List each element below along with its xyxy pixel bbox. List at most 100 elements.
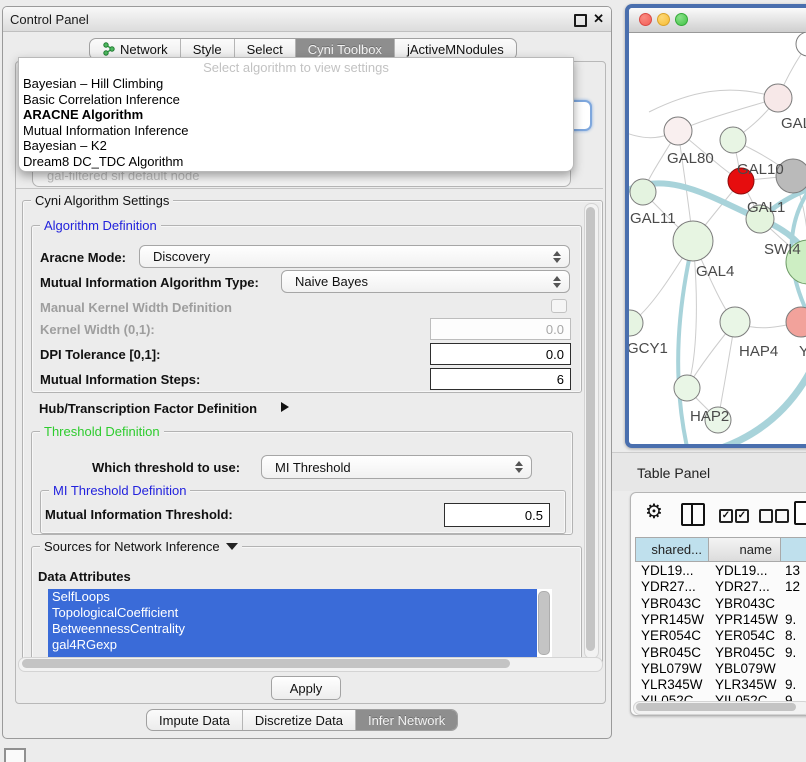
tab-style-label: Style	[193, 42, 222, 57]
table-hscrollbar-thumb[interactable]	[636, 703, 796, 711]
node-hap2[interactable]	[674, 375, 700, 401]
node-label: GAL11	[630, 210, 676, 227]
dropdown-item[interactable]: Bayesian – K2	[23, 138, 569, 154]
node-gal4[interactable]	[673, 221, 713, 261]
cell: YLR345W	[715, 677, 777, 693]
settings-vscrollbar	[584, 203, 599, 659]
mi-threshold-field[interactable]	[444, 503, 550, 527]
node-gal10[interactable]	[720, 127, 746, 153]
stepper-icon	[515, 461, 523, 473]
dropdown-item-selected[interactable]: ARACNE Algorithm	[23, 107, 569, 123]
stepper-icon	[553, 276, 561, 288]
node-label: HAP4	[739, 343, 778, 360]
tab-select[interactable]: Select	[234, 39, 295, 59]
column-header-shared-label: shared...	[651, 542, 702, 557]
tab-style[interactable]: Style	[180, 39, 234, 59]
hub-definition-label: Hub/Transcription Factor Definition	[39, 401, 257, 416]
node-gal80[interactable]	[664, 117, 692, 145]
float-window-icon[interactable]	[574, 14, 587, 27]
document-icon[interactable]	[794, 501, 806, 525]
data-attributes-label: Data Attributes	[38, 569, 131, 584]
minimize-traffic-light-icon[interactable]	[657, 13, 670, 26]
dropdown-item[interactable]: Mutual Information Inference	[23, 123, 569, 139]
gear-icon[interactable]: ⚙	[645, 499, 663, 524]
zoom-traffic-light-icon[interactable]	[675, 13, 688, 26]
mi-steps-field[interactable]	[430, 368, 571, 390]
expand-arrow-icon[interactable]	[281, 402, 289, 412]
network-node-labels: GAL GAL80 GAL10 GAL1 GAL11 SWI4 GAL4 GCY…	[629, 115, 806, 425]
mi-steps-label: Mutual Information Steps:	[40, 372, 200, 387]
dpi-tolerance-field[interactable]	[430, 343, 571, 365]
mini-float-window-icon[interactable]	[4, 748, 26, 762]
node-gal[interactable]	[764, 84, 792, 112]
tab-impute-data[interactable]: Impute Data	[147, 710, 242, 730]
tab-impute-data-label: Impute Data	[159, 713, 230, 728]
cell: 12	[785, 579, 800, 595]
node-gal11[interactable]	[630, 179, 656, 205]
column-header-name[interactable]: name	[708, 537, 781, 562]
settings-hscrollbar	[18, 657, 603, 672]
close-traffic-light-icon[interactable]	[639, 13, 652, 26]
apply-button[interactable]: Apply	[271, 676, 341, 700]
mi-threshold-label: Mutual Information Threshold:	[45, 507, 233, 522]
network-canvas[interactable]: GAL GAL80 GAL10 GAL1 GAL11 SWI4 GAL4 GCY…	[629, 32, 806, 444]
control-panel-titlebar: Control Panel ✕	[3, 7, 611, 32]
manual-kernel-checkbox[interactable]	[551, 299, 567, 313]
tab-discretize-data[interactable]: Discretize Data	[242, 710, 355, 730]
node-cut-top[interactable]	[796, 32, 806, 56]
cell: YPR145W	[641, 612, 704, 628]
settings-hscrollbar-thumb[interactable]	[22, 659, 510, 668]
close-icon[interactable]: ✕	[593, 11, 604, 27]
section-divider	[16, 188, 603, 189]
dropdown-item[interactable]: Dream8 DC_TDC Algorithm	[23, 154, 569, 170]
network-nodes	[629, 32, 806, 433]
screen: Control Panel ✕ Network Style Select Cyn…	[0, 0, 806, 762]
cell: YLR345W	[641, 677, 703, 693]
deselect-all-checkbox-icon[interactable]	[759, 509, 773, 523]
tab-jactivemnodules[interactable]: jActiveMNodules	[394, 39, 516, 59]
tab-infer-network[interactable]: Infer Network	[355, 710, 457, 730]
select-all-checkbox-icon[interactable]: ✓	[719, 509, 733, 523]
dropdown-placeholder: Select algorithm to view settings	[19, 60, 573, 75]
bottom-tab-bar: Impute Data Discretize Data Infer Networ…	[146, 709, 458, 731]
cell: YDL19...	[641, 563, 694, 579]
node-hap4[interactable]	[720, 307, 750, 337]
list-vscrollbar-thumb[interactable]	[538, 591, 550, 655]
cell: YER054C	[715, 628, 775, 644]
stepper-icon	[553, 251, 561, 263]
collapse-arrow-icon[interactable]	[226, 543, 238, 550]
column-header-cut[interactable]	[780, 537, 806, 562]
apply-button-label: Apply	[290, 681, 323, 696]
network-icon	[102, 42, 116, 56]
cell: YDR27...	[715, 579, 770, 595]
sources-group: Sources for Network Inference Data Attri…	[31, 546, 582, 661]
sources-title-text: Sources for Network Inference	[44, 539, 220, 554]
cell: 9.	[785, 645, 796, 661]
column-header-shared[interactable]: shared...	[635, 537, 709, 562]
tab-cyni-toolbox[interactable]: Cyni Toolbox	[295, 39, 394, 59]
which-threshold-combo[interactable]: MI Threshold	[261, 455, 532, 479]
tab-network[interactable]: Network	[90, 39, 180, 59]
kernel-width-field[interactable]	[430, 318, 571, 340]
which-threshold-value: MI Threshold	[275, 460, 351, 475]
tab-jactivemnodules-label: jActiveMNodules	[407, 42, 504, 57]
mi-type-value: Naive Bayes	[295, 274, 368, 289]
list-item[interactable]: SelfLoops	[48, 589, 537, 605]
node-salmon[interactable]	[786, 307, 806, 337]
mi-type-combo[interactable]: Naive Bayes	[281, 270, 570, 293]
threshold-definition-title: Threshold Definition	[40, 424, 164, 439]
aracne-mode-combo[interactable]: Discovery	[139, 245, 570, 268]
list-item[interactable]: gal4RGexp	[48, 637, 537, 653]
split-columns-divider	[691, 505, 693, 524]
select-all-checkbox-icon[interactable]: ✓	[735, 509, 749, 523]
list-item[interactable]: BetweennessCentrality	[48, 621, 537, 637]
split-columns-icon[interactable]	[681, 503, 705, 526]
sources-group-title: Sources for Network Inference	[40, 539, 242, 554]
settings-vscrollbar-thumb[interactable]	[586, 207, 595, 651]
deselect-all-checkbox-icon[interactable]	[775, 509, 789, 523]
cell: 9.	[785, 612, 796, 628]
node-label: Y	[799, 343, 806, 360]
dropdown-item[interactable]: Bayesian – Hill Climbing	[23, 76, 569, 92]
dropdown-item[interactable]: Basic Correlation Inference	[23, 92, 569, 108]
list-item[interactable]: TopologicalCoefficient	[48, 605, 537, 621]
